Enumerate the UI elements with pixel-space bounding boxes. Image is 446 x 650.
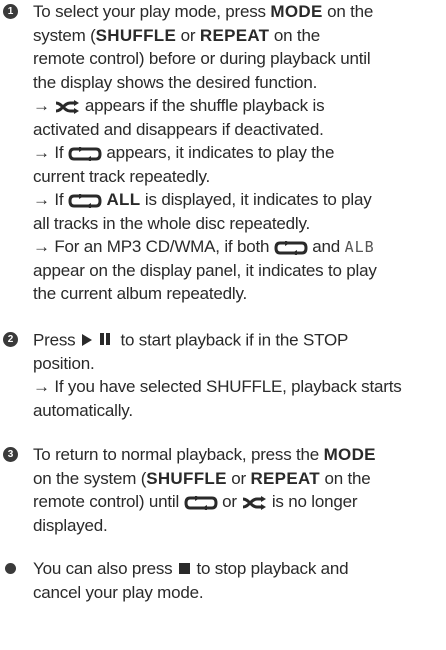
step-3-number: 3 [3, 447, 18, 462]
shuffle-icon [243, 495, 267, 510]
repeat-icon [184, 495, 218, 510]
step-2-text: Press to start playback if in the STOP p… [33, 328, 445, 422]
step-3-text: To return to normal playback, press the … [33, 445, 376, 535]
repeat-icon [68, 193, 102, 208]
repeat-icon [274, 240, 308, 255]
repeat-icon [68, 146, 102, 161]
note-text: You can also press to stop playback and … [33, 559, 349, 602]
shuffle-icon [56, 99, 80, 114]
pause-icon [99, 328, 112, 352]
stop-icon [178, 562, 190, 574]
play-icon [81, 333, 92, 346]
bullet-icon [5, 563, 16, 574]
album-lcd-indicator: ALB [344, 238, 375, 256]
step-1-number: 1 [3, 4, 18, 19]
step-1-text: To select your play mode, press MODE on … [33, 2, 377, 303]
step-2-number: 2 [3, 332, 18, 347]
